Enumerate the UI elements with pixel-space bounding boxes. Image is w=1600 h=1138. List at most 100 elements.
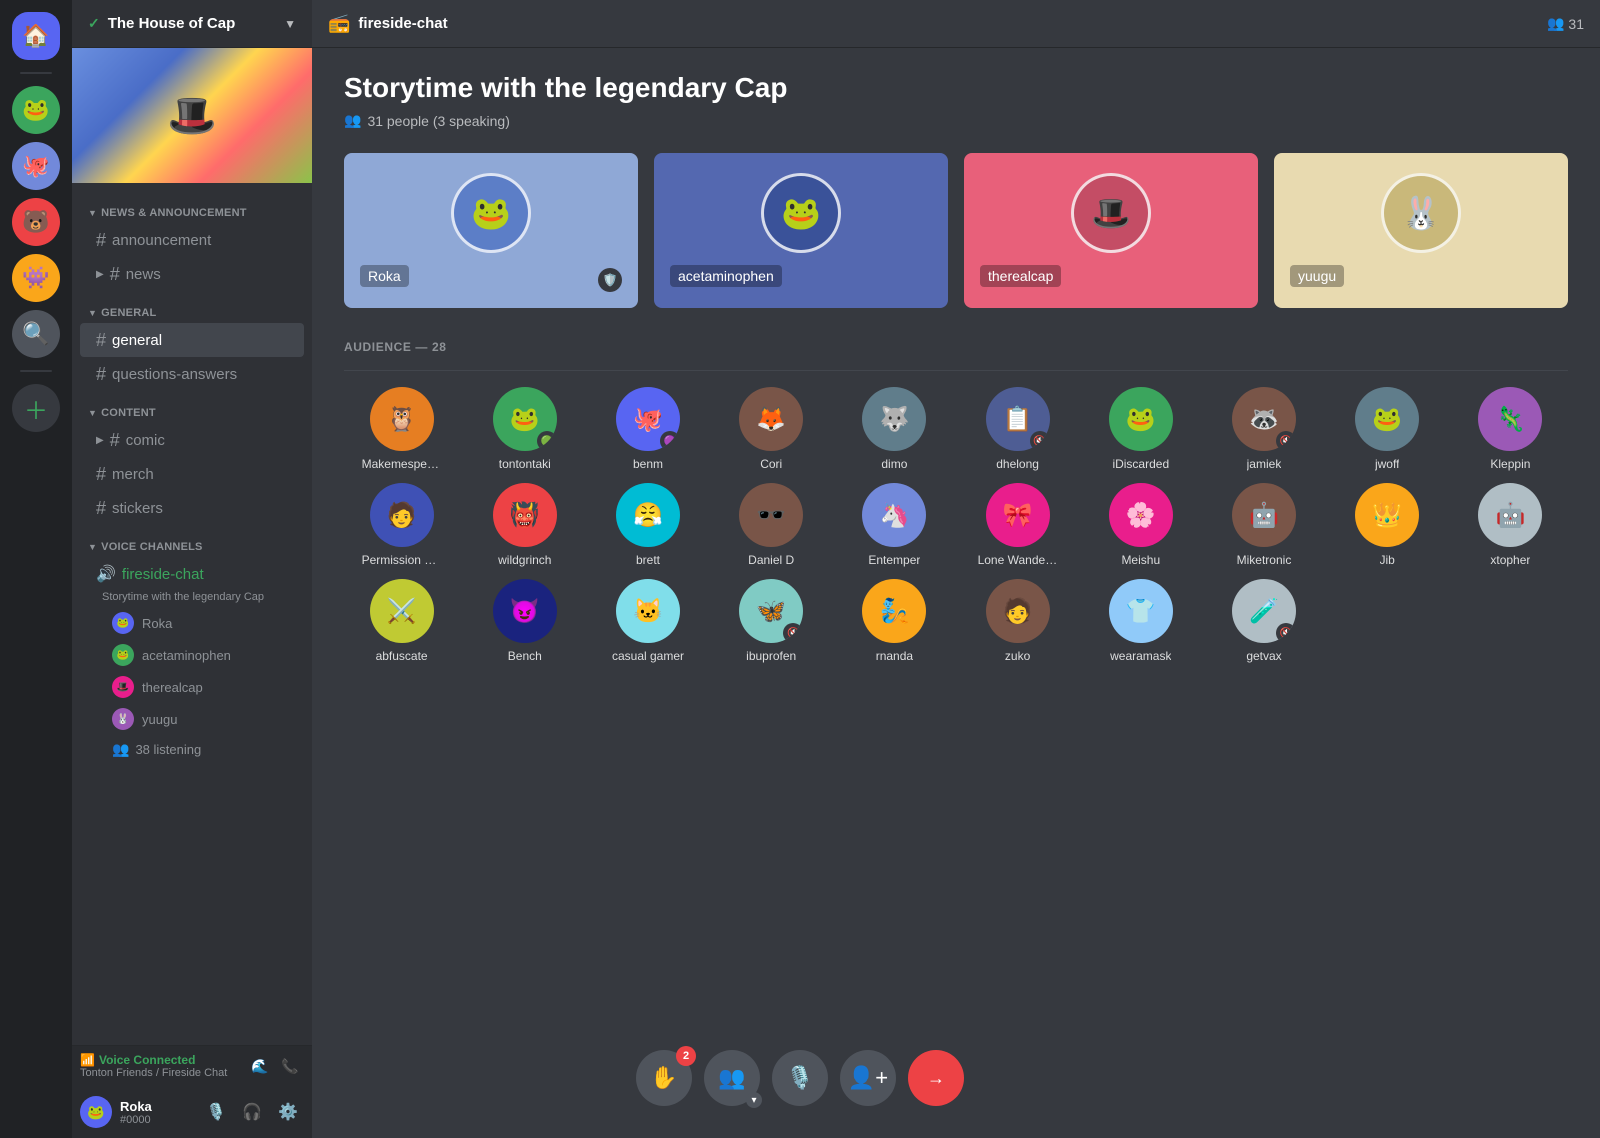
deafen-button[interactable]: 🎧: [236, 1096, 268, 1128]
invite-speakers-button[interactable]: 👥 ▾: [704, 1050, 760, 1106]
audience-member-jwoff[interactable]: 🐸 jwoff: [1330, 387, 1445, 471]
channel-comic[interactable]: ▶ # comic: [80, 423, 304, 457]
channel-name: stickers: [112, 500, 163, 517]
channel-name: comic: [126, 432, 165, 449]
vc-user-therealcap[interactable]: 🎩 therealcap: [80, 671, 304, 703]
audience-member-meishu[interactable]: 🌸 Meishu: [1083, 483, 1198, 567]
vc-disconnect-icon[interactable]: 📞: [276, 1052, 304, 1080]
audience-member-abfuscate[interactable]: ⚔️ abfuscate: [344, 579, 459, 663]
raise-hand-button[interactable]: ✋ 2: [636, 1050, 692, 1106]
audience-avatar: 🦊: [739, 387, 803, 451]
audience-name: Cori: [760, 457, 782, 471]
audience-name: Permission Man: [362, 553, 442, 567]
add-speaker-button[interactable]: 👤+: [840, 1050, 896, 1106]
audience-member-makemespeakrr[interactable]: 🦉 Makemespeakrr: [344, 387, 459, 471]
audience-name: Bench: [508, 649, 542, 663]
channel-general[interactable]: # general: [80, 323, 304, 357]
footer-icons: 🎙️ 🎧 ⚙️: [200, 1096, 304, 1128]
audience-member-cori[interactable]: 🦊 Cori: [714, 387, 829, 471]
audience-member-daniel-d[interactable]: 🕶️ Daniel D: [714, 483, 829, 567]
voice-channel-fireside-chat[interactable]: 🔊 fireside-chat: [80, 557, 304, 591]
vc-waves-icon[interactable]: 🌊: [246, 1052, 274, 1080]
audience-member-zuko[interactable]: 🧑 zuko: [960, 579, 1075, 663]
channel-merch[interactable]: # merch: [80, 457, 304, 491]
add-server-button[interactable]: ＋: [12, 384, 60, 432]
audience-avatar: 🦄: [862, 483, 926, 547]
vc-avatar: 🐰: [112, 708, 134, 730]
speaker-card-roka[interactable]: 🐸 Roka 🛡️: [344, 153, 638, 308]
category-voice[interactable]: ▼ VOICE CHANNELS: [72, 525, 312, 557]
audience-name: rnanda: [876, 649, 913, 663]
audience-name: Kleppin: [1490, 457, 1530, 471]
audience-member-jamiek[interactable]: 🦝 🔇 jamiek: [1206, 387, 1321, 471]
audience-avatar: 🦋 🔇: [739, 579, 803, 643]
server-header[interactable]: ✓ The House of Cap ▼: [72, 0, 312, 48]
audience-member-wildgrinch[interactable]: 👹 wildgrinch: [467, 483, 582, 567]
audience-member-tontontaki[interactable]: 🐸 🟢 tontontaki: [467, 387, 582, 471]
server-icon-2[interactable]: 🐙: [12, 142, 60, 190]
mute-microphone-button[interactable]: 🎙️: [200, 1096, 232, 1128]
audience-member-idiscarded[interactable]: 🐸 iDiscarded: [1083, 387, 1198, 471]
settings-button[interactable]: ⚙️: [272, 1096, 304, 1128]
audience-member-wearamask[interactable]: 👕 wearamask: [1083, 579, 1198, 663]
audience-member-brett[interactable]: 😤 brett: [590, 483, 705, 567]
audience-member-permission-man[interactable]: 🧑 Permission Man: [344, 483, 459, 567]
vc-avatar: 🐸: [112, 644, 134, 666]
audience-name: Makemespeakrr: [362, 457, 442, 471]
vc-status: 📶 Voice Connected Tonton Friends / Fires…: [80, 1053, 240, 1079]
speaker-card-therealcap[interactable]: 🎩 therealcap: [964, 153, 1258, 308]
audience-member-lone-wanderer[interactable]: 🎀 Lone Wanderer: [960, 483, 1075, 567]
audience-avatar: 🐺: [862, 387, 926, 451]
category-content[interactable]: ▼ CONTENT: [72, 391, 312, 423]
audience-member-benm[interactable]: 🐙 🟣 benm: [590, 387, 705, 471]
category-news-announcement[interactable]: ▼ NEWS & ANNOUNCEMENT: [72, 191, 312, 223]
discord-home-button[interactable]: 🏠: [12, 12, 60, 60]
raise-hand-badge: 2: [676, 1046, 696, 1066]
user-info: Roka #0000: [120, 1099, 192, 1126]
audience-member-xtopher[interactable]: 🤖 xtopher: [1453, 483, 1568, 567]
category-general[interactable]: ▼ GENERAL: [72, 291, 312, 323]
audience-member-casual-gamer[interactable]: 🐱 casual gamer: [590, 579, 705, 663]
audience-member-dimo[interactable]: 🐺 dimo: [837, 387, 952, 471]
audience-member-dhelong[interactable]: 📋 🔇 dhelong: [960, 387, 1075, 471]
audience-avatar: 🤖: [1232, 483, 1296, 547]
boost-badge: 🟢: [537, 431, 557, 451]
mute-button[interactable]: 🎙️: [772, 1050, 828, 1106]
collapse-icon: ▼: [88, 308, 97, 318]
vc-status-label: 📶 Voice Connected: [80, 1053, 240, 1067]
server-icon-3[interactable]: 🐻: [12, 198, 60, 246]
sidebar: ✓ The House of Cap ▼ 🎩 ▼ NEWS & ANNOUNCE…: [72, 0, 312, 1138]
audience-member-miketronic[interactable]: 🤖 Miketronic: [1206, 483, 1321, 567]
audience-avatar: 🐸 🟢: [493, 387, 557, 451]
audience-avatar: 🦎: [1478, 387, 1542, 451]
audience-avatar: 🤖: [1478, 483, 1542, 547]
audience-member-ibuprofen[interactable]: 🦋 🔇 ibuprofen: [714, 579, 829, 663]
speaker-card-acetaminophen[interactable]: 🐸 acetaminophen: [654, 153, 948, 308]
server-icon-1[interactable]: 🐸: [12, 86, 60, 134]
server-icon-4[interactable]: 👾: [12, 254, 60, 302]
audience-member-rnanda[interactable]: 🧞 rnanda: [837, 579, 952, 663]
audience-member-bench[interactable]: 😈 Bench: [467, 579, 582, 663]
audience-name: jwoff: [1375, 457, 1399, 471]
server-icon-5[interactable]: 🔍: [12, 310, 60, 358]
vc-user-yuugu[interactable]: 🐰 yuugu: [80, 703, 304, 735]
collapse-icon: ▼: [88, 542, 97, 552]
hash-icon: #: [96, 464, 106, 485]
channel-news[interactable]: ▶ # news: [80, 257, 304, 291]
channel-announcement[interactable]: # announcement: [80, 223, 304, 257]
leave-stage-button[interactable]: →: [908, 1050, 964, 1106]
audience-member-jib[interactable]: 👑 Jib: [1330, 483, 1445, 567]
channel-questions-answers[interactable]: # questions-answers: [80, 357, 304, 391]
server-banner: 🎩: [72, 48, 312, 183]
speaker-card-yuugu[interactable]: 🐰 yuugu: [1274, 153, 1568, 308]
audience-member-entemper[interactable]: 🦄 Entemper: [837, 483, 952, 567]
server-name: The House of Cap: [108, 15, 236, 32]
audience-name: Daniel D: [748, 553, 794, 567]
audience-member-kleppin[interactable]: 🦎 Kleppin: [1453, 387, 1568, 471]
vc-user-roka[interactable]: 🐸 Roka: [80, 607, 304, 639]
people-number: 31: [1568, 16, 1584, 32]
channel-stickers[interactable]: # stickers: [80, 491, 304, 525]
user-avatar: 🐸: [80, 1096, 112, 1128]
vc-user-acetaminophen[interactable]: 🐸 acetaminophen: [80, 639, 304, 671]
audience-member-getvax[interactable]: 🧪 🔇 getvax: [1206, 579, 1321, 663]
